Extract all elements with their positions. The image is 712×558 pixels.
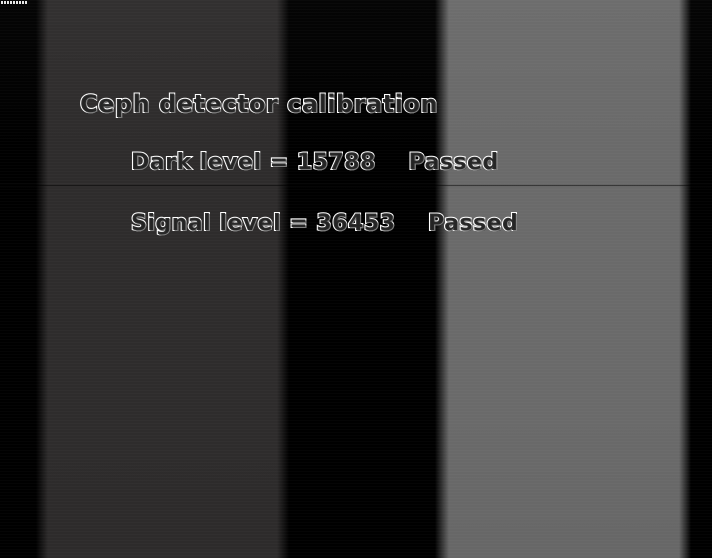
marker-dash: [25, 1, 27, 4]
pattern-band-dark-gray: [42, 0, 283, 558]
calibration-image-canvas: Ceph detector calibration Dark level = 1…: [0, 0, 712, 558]
marker-dash: [10, 1, 12, 4]
marker-dash: [16, 1, 18, 4]
pattern-band-black-mid: [283, 0, 443, 558]
marker-dash: [19, 1, 21, 4]
pattern-band-black-right: [686, 0, 712, 558]
pattern-band-mid-gray: [443, 0, 686, 558]
marker-dash: [4, 1, 6, 4]
marker-dash: [1, 1, 3, 4]
marker-dash: [13, 1, 15, 4]
marker-dash: [7, 1, 9, 4]
marker-dash: [22, 1, 24, 4]
pattern-band-black-left: [0, 0, 42, 558]
calibration-marker-dashes: [1, 1, 27, 4]
